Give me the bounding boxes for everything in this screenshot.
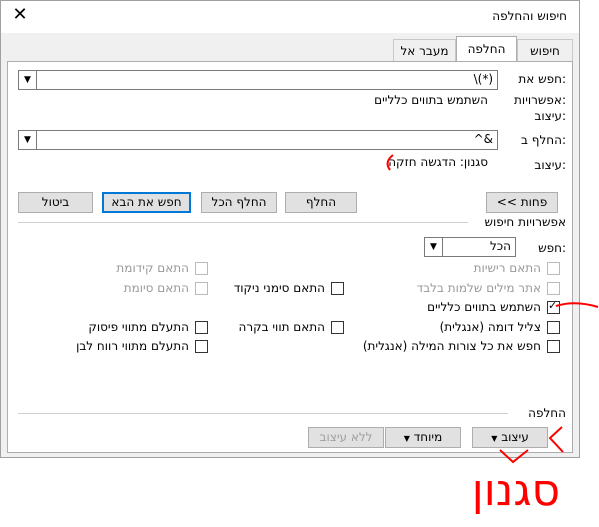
- annotation-overlay: סגנון: [386, 154, 599, 516]
- handwritten-annotation: סגנון: [472, 465, 560, 516]
- red-arrow-mark: [548, 426, 564, 453]
- red-bracket-mark: [386, 154, 394, 171]
- red-pointer-line: [555, 302, 599, 308]
- red-arrow-mark: [499, 449, 529, 464]
